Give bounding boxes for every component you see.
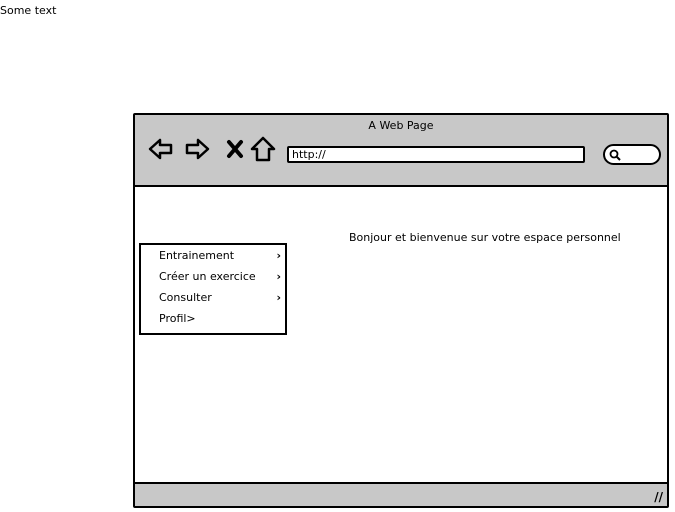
menu-item-creer-exercice[interactable]: Créer un exercice › — [141, 266, 285, 287]
chevron-right-icon: › — [276, 270, 281, 283]
menu-item-label: Créer un exercice — [159, 270, 256, 283]
menu-item-entrainement[interactable]: Entrainement › — [141, 245, 285, 266]
stop-button[interactable] — [221, 135, 249, 163]
menu-item-profil[interactable]: Profil> — [141, 308, 285, 329]
search-icon — [609, 149, 621, 161]
window-title: A Web Page — [368, 119, 434, 132]
forward-arrow-icon — [185, 138, 210, 160]
url-field[interactable]: http:// — [287, 146, 585, 163]
side-menu: Entrainement › Créer un exercice › Consu… — [139, 243, 287, 335]
back-arrow-icon — [148, 138, 173, 160]
search-button[interactable] — [603, 144, 661, 165]
back-button[interactable] — [147, 135, 175, 163]
close-icon — [227, 140, 243, 158]
corner-text: Some text — [0, 4, 57, 17]
resize-grip-icon[interactable]: // — [654, 490, 663, 504]
forward-button[interactable] — [183, 135, 211, 163]
chevron-right-icon: › — [276, 249, 281, 262]
chevron-right-icon: › — [276, 291, 281, 304]
welcome-message: Bonjour et bienvenue sur votre espace pe… — [349, 231, 621, 244]
status-bar: // — [135, 482, 667, 506]
browser-window: A Web Page http:// Bonjour et bienvenue … — [133, 113, 669, 508]
menu-item-label: Profil> — [159, 312, 196, 325]
home-button[interactable] — [249, 135, 277, 163]
menu-item-label: Entrainement — [159, 249, 235, 262]
menu-item-label: Consulter — [159, 291, 212, 304]
home-icon — [250, 136, 276, 162]
menu-item-consulter[interactable]: Consulter › — [141, 287, 285, 308]
browser-toolbar: A Web Page http:// — [135, 115, 667, 187]
